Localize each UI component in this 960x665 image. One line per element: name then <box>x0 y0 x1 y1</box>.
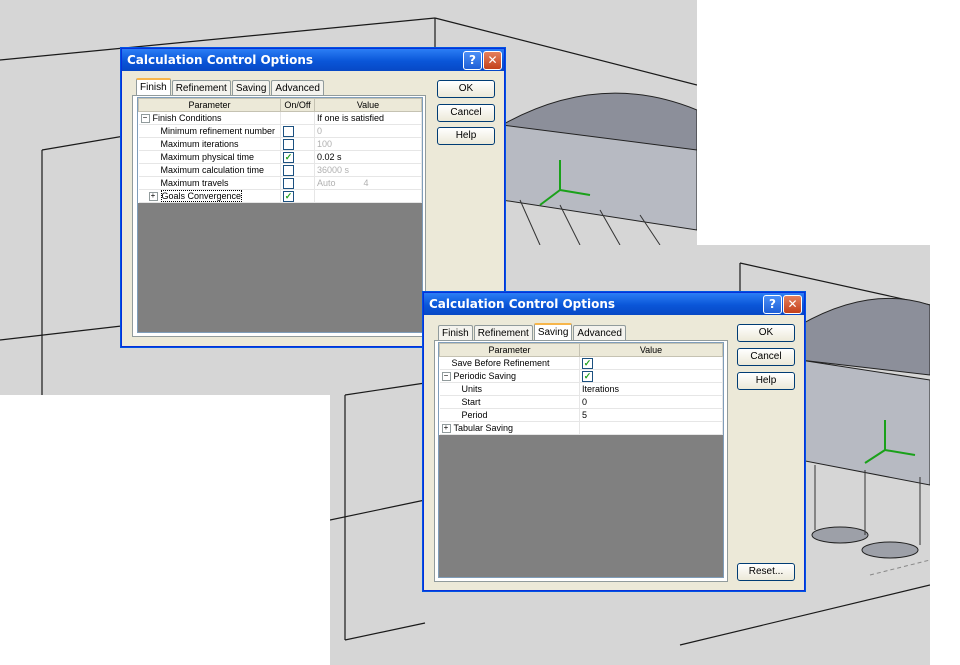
checkbox[interactable] <box>283 177 294 189</box>
cancel-button[interactable]: Cancel <box>737 348 795 366</box>
close-icon[interactable]: ✕ <box>483 51 502 70</box>
table-row[interactable]: Maximum calculation time 36000 s <box>138 163 422 177</box>
row-label: Start <box>439 395 580 409</box>
row-value[interactable]: 0.02 s <box>314 150 422 164</box>
expand-icon[interactable]: + <box>148 192 158 202</box>
table-row[interactable]: Period 5 <box>439 408 723 422</box>
checkbox-checked[interactable]: ✓ <box>283 151 294 163</box>
row-value[interactable]: Iterations <box>579 382 723 396</box>
tab-advanced[interactable]: Advanced <box>573 325 626 341</box>
table-row[interactable]: + Tabular Saving <box>439 421 723 435</box>
help-button[interactable]: Help <box>737 372 795 390</box>
row-label: Maximum travels <box>138 176 281 190</box>
help-icon[interactable]: ? <box>463 51 482 70</box>
ok-button[interactable]: OK <box>437 80 495 98</box>
row-label: Period <box>439 408 580 422</box>
tab-advanced[interactable]: Advanced <box>271 80 324 96</box>
tab-finish[interactable]: Finish <box>438 325 473 341</box>
property-grid: Parameter Value Save Before Refinement ✓… <box>438 342 724 578</box>
row-value[interactable]: 36000 s <box>314 163 422 177</box>
row-label: Maximum calculation time <box>138 163 281 177</box>
reset-button[interactable]: Reset... <box>737 563 795 581</box>
checkbox[interactable] <box>283 125 294 137</box>
checkbox-checked[interactable]: ✓ <box>582 357 593 369</box>
row-value[interactable]: 5 <box>579 408 723 422</box>
cancel-button[interactable]: Cancel <box>437 104 495 122</box>
row-label: Finish Conditions <box>152 112 222 123</box>
column-header-onoff: On/Off <box>280 98 315 112</box>
checkbox-checked[interactable]: ✓ <box>582 370 593 382</box>
checkbox[interactable] <box>283 164 294 176</box>
row-label: Periodic Saving <box>453 370 517 381</box>
row-label: Goals Convergence <box>160 189 243 202</box>
dialog-title: Calculation Control Options <box>127 53 314 67</box>
parameter-table: Parameter Value Save Before Refinement ✓… <box>439 343 723 435</box>
checkbox-checked[interactable]: ✓ <box>283 190 294 202</box>
row-value[interactable]: If one is satisfied <box>314 111 422 125</box>
table-row[interactable]: Start 0 <box>439 395 723 409</box>
row-value: Auto <box>317 178 336 188</box>
row-label: Maximum physical time <box>138 150 281 164</box>
row-value[interactable]: 0 <box>314 124 422 138</box>
row-value[interactable]: 100 <box>314 137 422 151</box>
row-label: Units <box>439 382 580 396</box>
row-label: Minimum refinement number <box>138 124 281 138</box>
row-label: Save Before Refinement <box>439 356 580 370</box>
table-row[interactable]: Minimum refinement number 0 <box>138 124 422 138</box>
table-row[interactable]: Units Iterations <box>439 382 723 396</box>
table-row[interactable]: Maximum physical time ✓ 0.02 s <box>138 150 422 164</box>
calculation-control-dialog-saving: Calculation Control Options ? ✕ Finish R… <box>423 292 805 591</box>
table-row[interactable]: − Periodic Saving ✓ <box>439 369 723 383</box>
parameter-table: Parameter On/Off Value − Finish Condition… <box>138 98 422 203</box>
table-row[interactable]: − Finish Conditions If one is satisfied <box>138 111 422 125</box>
help-icon[interactable]: ? <box>763 295 782 314</box>
table-row[interactable]: Save Before Refinement ✓ <box>439 356 723 370</box>
row-value[interactable] <box>314 189 422 203</box>
property-grid: Parameter On/Off Value − Finish Condition… <box>137 97 423 333</box>
row-value[interactable]: 0 <box>579 395 723 409</box>
dialog-title: Calculation Control Options <box>429 297 616 311</box>
tab-refinement[interactable]: Refinement <box>473 325 533 341</box>
column-header-parameter: Parameter <box>439 343 580 357</box>
table-row[interactable]: Maximum iterations 100 <box>138 137 422 151</box>
checkbox[interactable] <box>283 138 294 150</box>
dialog-title-bar: Calculation Control Options ? ✕ <box>424 293 804 315</box>
row-label: Tabular Saving <box>453 422 514 433</box>
column-header-value: Value <box>579 343 723 357</box>
table-row[interactable]: Maximum travels Auto 4 <box>138 176 422 190</box>
row-value-secondary: 4 <box>363 178 369 188</box>
expand-icon[interactable]: + <box>441 424 451 434</box>
dialog-title-bar: Calculation Control Options ? ✕ <box>122 49 504 71</box>
column-header-value: Value <box>314 98 422 112</box>
tab-saving[interactable]: Saving <box>231 80 271 96</box>
row-label: Maximum iterations <box>138 137 281 151</box>
column-header-parameter: Parameter <box>138 98 281 112</box>
table-row[interactable]: + Goals Convergence ✓ <box>138 189 422 203</box>
collapse-icon[interactable]: − <box>441 372 451 382</box>
ok-button[interactable]: OK <box>737 324 795 342</box>
tab-refinement[interactable]: Refinement <box>171 80 231 96</box>
close-icon[interactable]: ✕ <box>783 295 802 314</box>
collapse-icon[interactable]: − <box>140 114 150 124</box>
help-button[interactable]: Help <box>437 127 495 145</box>
